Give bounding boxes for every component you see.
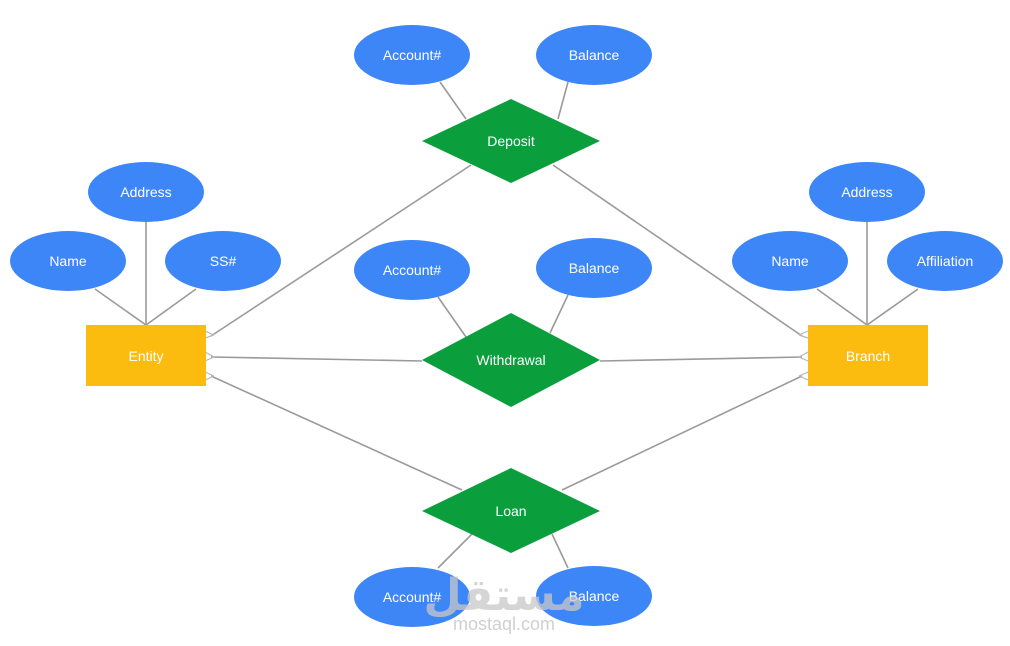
crows-foot-entity-deposit xyxy=(204,330,215,339)
crows-foot-branch-loan xyxy=(798,371,809,381)
watermark: مستقل mostaql.com xyxy=(424,570,585,634)
connector-branch-loan xyxy=(561,375,803,491)
crows-foot-branch-deposit xyxy=(798,330,809,339)
attribute-entity-ss[interactable]: SS# xyxy=(165,231,281,291)
connector-withdrawal-account xyxy=(437,296,467,338)
connector-deposit-account xyxy=(439,81,467,120)
loan-label: Loan xyxy=(495,503,526,519)
crows-foot-entity-withdrawal xyxy=(204,351,215,362)
attribute-label: Balance xyxy=(569,260,620,276)
entity-box-branch[interactable]: Branch xyxy=(808,325,928,386)
attribute-branch-address[interactable]: Address xyxy=(809,162,925,222)
attribute-branch-name[interactable]: Name xyxy=(732,231,848,291)
connector-deposit-balance xyxy=(557,81,569,120)
connector-entity-ss xyxy=(145,288,197,326)
relationship-withdrawal[interactable]: Withdrawal xyxy=(422,313,600,407)
connector-loan-account xyxy=(437,533,473,569)
connector-withdrawal-balance xyxy=(549,294,569,334)
connector-branch-affiliation xyxy=(866,288,919,326)
attribute-label: Account# xyxy=(383,262,442,278)
er-diagram: Entity Branch Deposit Withdrawal Loan Ad… xyxy=(10,25,1003,634)
relationship-loan[interactable]: Loan xyxy=(422,468,600,553)
attribute-entity-name[interactable]: Name xyxy=(10,231,126,291)
attribute-entity-address[interactable]: Address xyxy=(88,162,204,222)
attribute-label: Affiliation xyxy=(917,253,974,269)
attribute-label: Name xyxy=(49,253,87,269)
withdrawal-label: Withdrawal xyxy=(476,352,545,368)
attribute-withdrawal-account[interactable]: Account# xyxy=(354,240,470,300)
connector-branch-name xyxy=(816,288,868,326)
attribute-label: Address xyxy=(841,184,892,200)
connector-entity-name xyxy=(94,288,147,326)
connector-entity-loan xyxy=(210,375,463,491)
attribute-withdrawal-balance[interactable]: Balance xyxy=(536,238,652,298)
crows-foot-entity-loan xyxy=(204,371,215,381)
crows-foot-branch-withdrawal xyxy=(798,351,809,362)
deposit-label: Deposit xyxy=(487,133,535,149)
entity-box-entity[interactable]: Entity xyxy=(86,325,206,386)
connector-entity-withdrawal xyxy=(210,356,423,362)
attribute-label: Name xyxy=(771,253,809,269)
attribute-label: Balance xyxy=(569,47,620,63)
attribute-label: Account# xyxy=(383,47,442,63)
entity-label: Entity xyxy=(128,348,163,364)
attribute-label: Address xyxy=(120,184,171,200)
watermark-latin: mostaql.com xyxy=(453,614,555,634)
attribute-deposit-balance[interactable]: Balance xyxy=(536,25,652,85)
branch-label: Branch xyxy=(846,348,890,364)
connector-branch-withdrawal xyxy=(599,356,803,362)
connector-loan-balance xyxy=(551,533,569,569)
attribute-branch-affiliation[interactable]: Affiliation xyxy=(887,231,1003,291)
attribute-deposit-account[interactable]: Account# xyxy=(354,25,470,85)
attribute-label: SS# xyxy=(210,253,237,269)
relationship-deposit[interactable]: Deposit xyxy=(422,99,600,183)
